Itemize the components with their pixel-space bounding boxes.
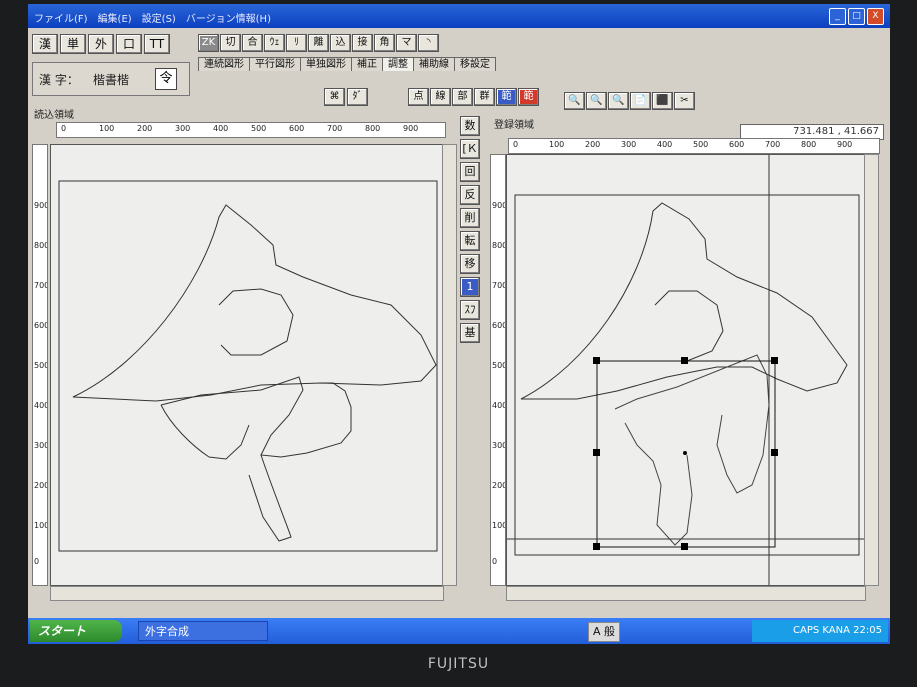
selection-toolbar: 点 線 部 群 範 範 xyxy=(408,88,539,106)
glyph-outline-right xyxy=(507,155,865,585)
zk-button[interactable]: ZK xyxy=(198,34,219,52)
ri-button[interactable]: ﾘ xyxy=(286,34,307,52)
insert-button[interactable]: 込 xyxy=(330,34,351,52)
cut-icon[interactable]: ✂ xyxy=(674,92,695,110)
clock: 22:05 xyxy=(853,625,882,636)
flip-button[interactable]: 反 xyxy=(460,185,480,205)
zoom-out-icon[interactable]: 🔍 xyxy=(586,92,607,110)
right-ruler-vertical: 900 800 700 600 500 400 300 200 100 0 xyxy=(490,154,506,586)
base-button[interactable]: 基 xyxy=(460,323,480,343)
close-button[interactable]: X xyxy=(867,8,884,25)
caps-indicator: CAPS KANA xyxy=(793,625,850,636)
minimize-button[interactable]: _ xyxy=(829,8,846,25)
ma-button[interactable]: マ xyxy=(396,34,417,52)
turn-button[interactable]: 転 xyxy=(460,231,480,251)
part-select-button[interactable]: 部 xyxy=(452,88,473,106)
right-horizontal-scrollbar[interactable] xyxy=(506,586,866,601)
glyph-preview[interactable]: 令 xyxy=(155,68,177,90)
separate-button[interactable]: 離 xyxy=(308,34,329,52)
external-mode-button[interactable]: 外 xyxy=(88,34,114,54)
edit-toolbar: ZK 切 合 ｳｪ ﾘ 離 込 接 角 マ ◝ xyxy=(198,34,439,52)
arc-button[interactable]: ◝ xyxy=(418,34,439,52)
point-select-button[interactable]: 点 xyxy=(408,88,429,106)
ime-toolbar[interactable]: A 般 xyxy=(588,622,621,642)
connect-button[interactable]: 接 xyxy=(352,34,373,52)
corner-button[interactable]: 角 xyxy=(374,34,395,52)
move-button[interactable]: 移 xyxy=(460,254,480,274)
k-button[interactable]: [Ｋ xyxy=(460,139,480,159)
font-name: 楷書楷 xyxy=(93,73,130,87)
range-select-button[interactable]: 範 xyxy=(496,88,517,106)
tab-adjust[interactable]: 調整 xyxy=(382,57,414,71)
zoom-toolbar: 🔍 🔍 🔍 📄 ⬛ ✂ xyxy=(564,92,695,110)
left-ruler-horizontal: 0 100 200 300 400 500 600 700 800 900 xyxy=(56,122,446,138)
left-panel-label: 読込領域 xyxy=(34,110,74,121)
title-bar: ファイル(F) 編集(E) 設定(S) バージョン情報(H) _ □ X xyxy=(28,4,890,28)
font-mode-button[interactable]: TT xyxy=(144,34,170,54)
one-button[interactable]: 1 xyxy=(460,277,480,297)
zoom-in-icon[interactable]: 🔍 xyxy=(564,92,585,110)
right-panel-label: 登録領域 xyxy=(494,120,534,131)
range-select-alt-button[interactable]: 範 xyxy=(518,88,539,106)
start-button[interactable]: スタート xyxy=(30,620,122,642)
laptop-brand-logo: FUJITSU xyxy=(427,656,490,672)
taskbar: スタート 外字合成 A 般 CAPS KANA 22:05 xyxy=(28,618,890,644)
tab-parallel[interactable]: 平行図形 xyxy=(249,57,301,71)
tab-single[interactable]: 単独図形 xyxy=(300,57,352,71)
zoom-fit-icon[interactable]: 🔍 xyxy=(608,92,629,110)
right-vertical-scrollbar[interactable] xyxy=(864,154,879,586)
rotate-button[interactable]: 回 xyxy=(460,162,480,182)
box-mode-button[interactable]: 口 xyxy=(116,34,142,54)
menu-version[interactable]: バージョン情報(H) xyxy=(186,10,271,26)
register-canvas[interactable] xyxy=(506,154,866,586)
right-ruler-horizontal: 0 100 200 300 400 500 600 700 800 900 xyxy=(508,138,880,154)
sufu-button[interactable]: ｽﾌ xyxy=(460,300,480,320)
menu-edit[interactable]: 編集(E) xyxy=(98,10,132,26)
tab-continuous[interactable]: 連続図形 xyxy=(198,57,250,71)
menu-file[interactable]: ファイル(F) xyxy=(34,10,88,26)
page-icon[interactable]: 📄 xyxy=(630,92,651,110)
kanji-label: 漢 字： xyxy=(39,73,79,87)
number-button[interactable]: 数 xyxy=(460,116,480,136)
left-horizontal-scrollbar[interactable] xyxy=(50,586,444,601)
delete-button[interactable]: 削 xyxy=(460,208,480,228)
kanji-mode-button[interactable]: 漢 xyxy=(32,34,58,54)
tab-guide[interactable]: 補助線 xyxy=(413,57,455,71)
main-toolbar: 漢 単 外 口 TT xyxy=(32,34,170,54)
application-window: ファイル(F) 編集(E) 設定(S) バージョン情報(H) _ □ X 漢 単… xyxy=(28,4,890,644)
taskbar-app-button[interactable]: 外字合成 xyxy=(138,621,268,641)
wait-button[interactable]: ｳｪ xyxy=(264,34,285,52)
view-toolbar: ⌘ ﾀﾞ xyxy=(324,88,368,106)
fill-icon[interactable]: ⬛ xyxy=(652,92,673,110)
node-icon[interactable]: ⌘ xyxy=(324,88,345,106)
kanji-field: 漢 字： 楷書楷 令 xyxy=(32,62,190,96)
middle-tool-column: 数 [Ｋ 回 反 削 転 移 1 ｽﾌ 基 xyxy=(460,116,484,346)
left-vertical-scrollbar[interactable] xyxy=(442,144,457,586)
system-tray: CAPS KANA 22:05 xyxy=(752,620,888,642)
menu-settings[interactable]: 設定(S) xyxy=(142,10,176,26)
read-canvas[interactable] xyxy=(50,144,444,586)
join-button[interactable]: 合 xyxy=(242,34,263,52)
menu-bar: ファイル(F) 編集(E) 設定(S) バージョン情報(H) xyxy=(28,10,271,26)
single-mode-button[interactable]: 単 xyxy=(60,34,86,54)
cut-button[interactable]: 切 xyxy=(220,34,241,52)
tab-strip: 連続図形 平行図形 単独図形 補正 調整 補助線 移設定 xyxy=(198,57,496,71)
glyph-outline-left xyxy=(58,180,438,552)
line-select-button[interactable]: 線 xyxy=(430,88,451,106)
tab-correction[interactable]: 補正 xyxy=(351,57,383,71)
group-select-button[interactable]: 群 xyxy=(474,88,495,106)
pen-icon[interactable]: ﾀﾞ xyxy=(347,88,368,106)
tab-move-settings[interactable]: 移設定 xyxy=(454,57,496,71)
left-ruler-vertical: 900 800 700 600 500 400 300 200 100 0 xyxy=(32,144,48,586)
maximize-button[interactable]: □ xyxy=(848,8,865,25)
